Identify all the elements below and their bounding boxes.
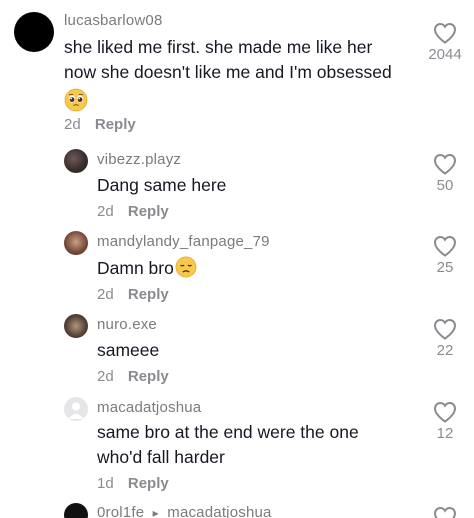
reply-meta: 1d Reply bbox=[97, 475, 169, 492]
avatar[interactable] bbox=[14, 12, 54, 52]
default-avatar-icon[interactable] bbox=[64, 397, 88, 421]
like-button[interactable] bbox=[425, 506, 465, 518]
avatar[interactable] bbox=[64, 149, 88, 173]
heart-outline-icon bbox=[433, 235, 457, 257]
reply-mandylandy: mandylandy_fanpage_79 Damn bro 2d Reply … bbox=[0, 222, 474, 306]
reply-meta: 2d Reply bbox=[97, 286, 169, 303]
reply-arrow-icon: ▸ bbox=[152, 506, 159, 518]
reply-0rol1fe: 0rol1fe ▸ macadatjoshua bbox=[0, 500, 474, 518]
reply-text: Dang same here bbox=[97, 175, 227, 195]
like-count: 50 bbox=[436, 177, 454, 194]
reply-time: 2d bbox=[97, 286, 114, 303]
avatar[interactable] bbox=[64, 231, 88, 255]
reply-time: 1d bbox=[97, 475, 114, 492]
like-count: 22 bbox=[436, 342, 454, 359]
heart-outline-icon bbox=[433, 153, 457, 175]
reply-username[interactable]: vibezz.playz bbox=[97, 151, 181, 168]
like-count: 25 bbox=[436, 259, 454, 276]
avatar[interactable] bbox=[64, 314, 88, 338]
pleading-face-emoji bbox=[64, 88, 88, 112]
comment-meta: 2d Reply bbox=[64, 116, 136, 133]
reply-button[interactable]: Reply bbox=[128, 286, 169, 303]
heart-outline-icon bbox=[433, 318, 457, 340]
reply-button[interactable]: Reply bbox=[95, 116, 136, 133]
like-button[interactable]: 22 bbox=[425, 318, 465, 359]
reply-time: 2d bbox=[97, 203, 114, 220]
reply-text: Damn bro bbox=[97, 256, 197, 281]
like-count: 12 bbox=[436, 425, 454, 442]
reply-username[interactable]: macadatjoshua bbox=[97, 399, 201, 416]
avatar[interactable] bbox=[64, 503, 88, 518]
like-button[interactable]: 25 bbox=[425, 235, 465, 276]
like-button[interactable]: 2044 bbox=[425, 22, 465, 63]
comment-lucasbarlow08: lucasbarlow08 she liked me first. she ma… bbox=[0, 0, 474, 140]
comment-text: she liked me first. she made me like her… bbox=[64, 35, 424, 113]
like-count: 2044 bbox=[428, 46, 462, 63]
heart-outline-icon bbox=[433, 506, 457, 518]
reply-vibezz: vibezz.playz Dang same here 2d Reply 50 bbox=[0, 140, 474, 224]
like-button[interactable]: 12 bbox=[425, 401, 465, 442]
reply-button[interactable]: Reply bbox=[128, 475, 169, 492]
reply-meta: 2d Reply bbox=[97, 368, 169, 385]
reply-text: sameee bbox=[97, 340, 160, 360]
heart-outline-icon bbox=[433, 401, 457, 423]
reply-username[interactable]: 0rol1fe ▸ macadatjoshua bbox=[97, 504, 272, 518]
reply-nuro: nuro.exe sameee 2d Reply 22 bbox=[0, 305, 474, 389]
disappointed-face-emoji bbox=[175, 256, 197, 278]
reply-text: same bro at the end were the one who'd f… bbox=[97, 422, 359, 467]
comment-time: 2d bbox=[64, 116, 81, 133]
reply-username[interactable]: nuro.exe bbox=[97, 316, 157, 333]
reply-meta: 2d Reply bbox=[97, 203, 169, 220]
reply-time: 2d bbox=[97, 368, 114, 385]
comment-username[interactable]: lucasbarlow08 bbox=[64, 12, 163, 29]
like-button[interactable]: 50 bbox=[425, 153, 465, 194]
heart-outline-icon bbox=[433, 22, 457, 44]
reply-button[interactable]: Reply bbox=[128, 368, 169, 385]
reply-button[interactable]: Reply bbox=[128, 203, 169, 220]
reply-username[interactable]: mandylandy_fanpage_79 bbox=[97, 233, 270, 250]
reply-macadatjoshua: macadatjoshua same bro at the end were t… bbox=[0, 388, 474, 500]
